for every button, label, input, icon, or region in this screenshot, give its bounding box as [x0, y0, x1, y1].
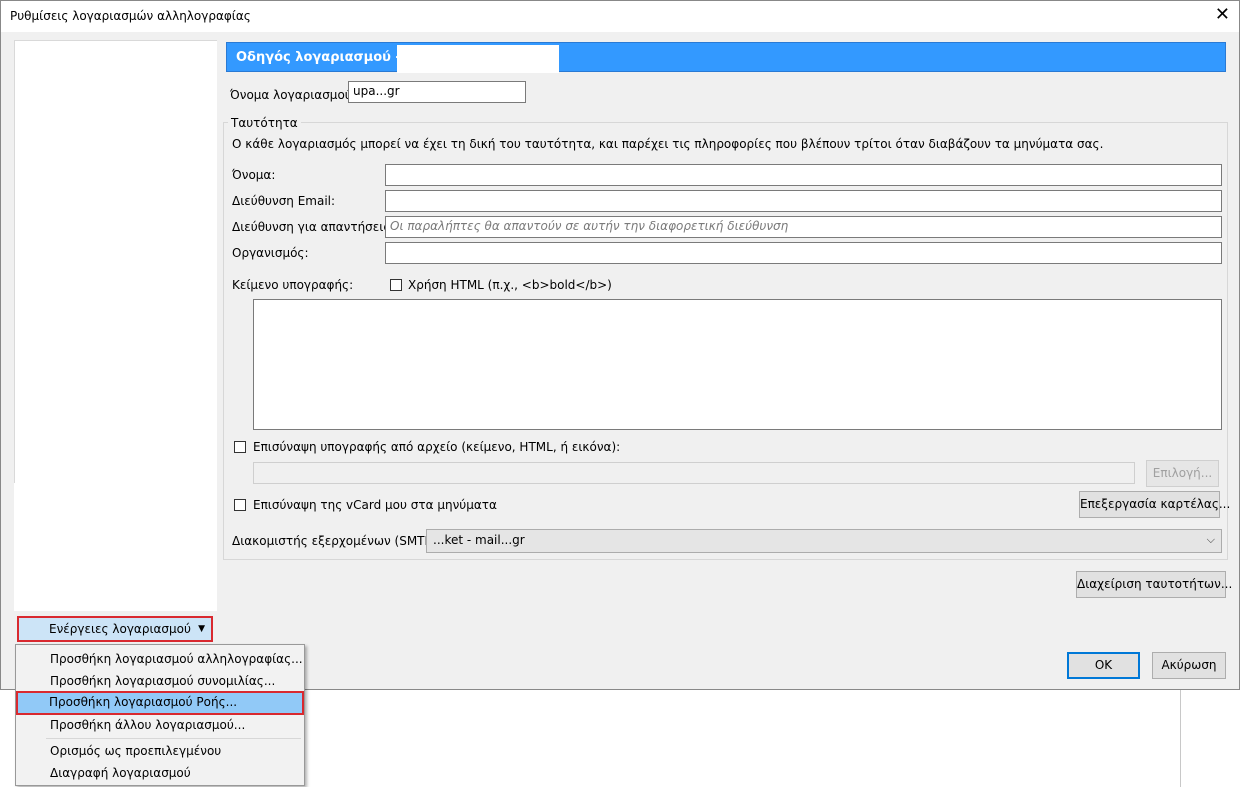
- smtp-label: Διακομιστής εξερχομένων (SMTP):: [232, 534, 441, 548]
- identity-description: Ο κάθε λογαριασμός μπορεί να έχει τη δικ…: [232, 137, 1104, 151]
- menu-item-add-other-account[interactable]: Προσθήκη άλλου λογαριασμού...: [17, 714, 303, 736]
- account-actions-button[interactable]: Ενέργειες λογαριασμού ▼: [17, 616, 213, 642]
- menu-item-set-default[interactable]: Ορισμός ως προεπιλεγμένου: [17, 740, 303, 762]
- signature-textarea[interactable]: [253, 299, 1222, 430]
- attach-signature-label[interactable]: Επισύναψη υπογραφής από αρχείο (κείμενο,…: [253, 440, 620, 454]
- account-actions-label: Ενέργειες λογαριασμού: [49, 622, 191, 636]
- organization-field[interactable]: [385, 242, 1222, 264]
- cancel-button[interactable]: Ακύρωση: [1152, 652, 1226, 679]
- accounts-tree[interactable]: [14, 40, 217, 483]
- account-name-label: Όνομα λογαριασμού:: [230, 88, 356, 102]
- use-html-checkbox[interactable]: [390, 279, 402, 291]
- email-field[interactable]: [385, 190, 1222, 212]
- close-icon[interactable]: ✕: [1215, 4, 1230, 26]
- menu-item-add-mail-account[interactable]: Προσθήκη λογαριασμού αλληλογραφίας...: [17, 648, 303, 670]
- chevron-down-icon: ⌵: [1206, 533, 1215, 546]
- accounts-tree-footer: [14, 483, 217, 611]
- smtp-select[interactable]: ...ket - mail...gr ⌵: [426, 529, 1222, 553]
- email-label: Διεύθυνση Email:: [232, 194, 336, 208]
- organization-label: Οργανισμός:: [232, 246, 309, 260]
- ok-button[interactable]: OK: [1067, 652, 1140, 679]
- identity-group-title: Ταυτότητα: [228, 116, 301, 130]
- smtp-selected-value: ...ket - mail...gr: [433, 533, 525, 547]
- account-settings-dialog: Ρυθμίσεις λογαριασμών αλληλογραφίας ✕ Οδ…: [0, 0, 1240, 690]
- use-html-label[interactable]: Χρήση HTML (π.χ., <b>bold</b>): [408, 278, 612, 292]
- manage-identities-button[interactable]: Διαχείριση ταυτοτήτων...: [1076, 571, 1232, 598]
- attach-vcard-checkbox[interactable]: [234, 499, 246, 511]
- menu-separator: [46, 738, 301, 739]
- title-bar: Ρυθμίσεις λογαριασμών αλληλογραφίας ✕: [1, 1, 1239, 32]
- page-title: Οδηγός λογαριασμού -: [236, 50, 401, 65]
- signature-label: Κείμενο υπογραφής:: [232, 278, 354, 292]
- menu-item-add-chat-account[interactable]: Προσθήκη λογαριασμού συνομιλίας...: [17, 670, 303, 692]
- reply-to-label: Διεύθυνση για απαντήσεις:: [232, 220, 395, 234]
- account-name-field[interactable]: upa...gr: [348, 81, 526, 103]
- signature-file-path[interactable]: [253, 462, 1135, 484]
- menu-item-delete-account[interactable]: Διαγραφή λογαριασμού: [17, 762, 303, 784]
- redacted-account-name: [397, 45, 559, 73]
- edit-card-button[interactable]: Επεξεργασία καρτέλας...: [1079, 491, 1230, 518]
- account-actions-menu: Προσθήκη λογαριασμού αλληλογραφίας... Πρ…: [15, 644, 305, 786]
- page-header: Οδηγός λογαριασμού -: [226, 42, 1226, 73]
- attach-signature-checkbox[interactable]: [234, 441, 246, 453]
- reply-to-field[interactable]: Οι παραλήπτες θα απαντούν σε αυτήν την δ…: [385, 216, 1222, 238]
- attach-vcard-label[interactable]: Επισύναψη της vCard μου στα μηνύματα: [253, 498, 497, 512]
- menu-item-add-feed-account[interactable]: Προσθήκη λογαριασμού Ροής...: [16, 691, 304, 715]
- caret-down-icon: ▼: [198, 624, 205, 634]
- choose-file-button[interactable]: Επιλογή...: [1146, 460, 1219, 487]
- background-panel: [1181, 690, 1242, 787]
- name-label: Όνομα:: [232, 168, 276, 182]
- name-field[interactable]: [385, 164, 1222, 186]
- window-title: Ρυθμίσεις λογαριασμών αλληλογραφίας: [10, 9, 251, 23]
